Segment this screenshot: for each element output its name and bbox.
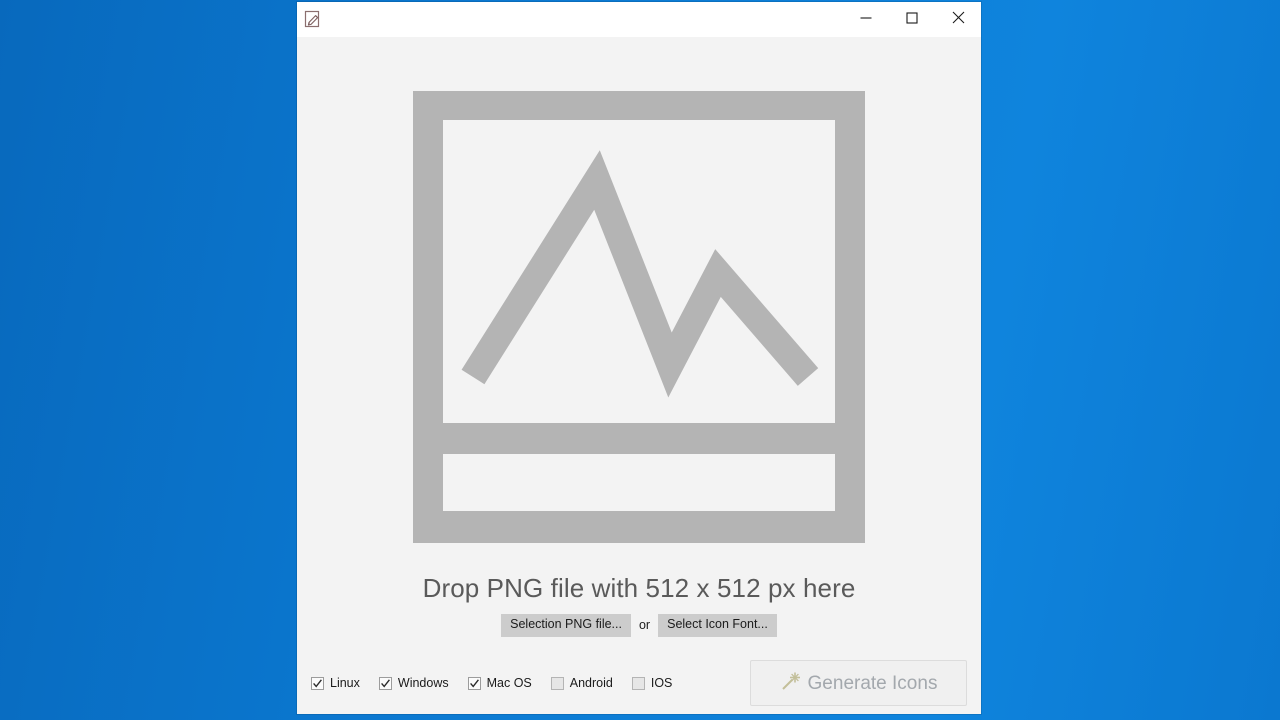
maximize-icon <box>906 11 918 27</box>
platform-item-linux[interactable]: Linux <box>311 675 360 690</box>
select-png-file-button[interactable]: Selection PNG file... <box>501 614 631 637</box>
checkbox-windows[interactable] <box>378 676 392 690</box>
select-icon-font-button[interactable]: Select Icon Font... <box>658 614 777 637</box>
drop-area[interactable]: Drop PNG file with 512 x 512 px here Sel… <box>297 37 981 652</box>
pencil-edit-icon <box>304 10 322 28</box>
title-bar-left <box>297 2 322 36</box>
platform-label-windows: Windows <box>397 675 449 690</box>
drop-hint-text: Drop PNG file with 512 x 512 px here <box>422 573 856 603</box>
checkbox-ios[interactable] <box>631 676 645 690</box>
source-buttons: Selection PNG file... or Select Icon Fon… <box>501 614 777 637</box>
minimize-button[interactable] <box>843 2 889 36</box>
maximize-button[interactable] <box>889 2 935 36</box>
checkbox-macos[interactable] <box>467 676 481 690</box>
close-button[interactable] <box>935 2 981 36</box>
generate-icons-button[interactable]: Generate Icons <box>750 660 967 706</box>
checkbox-linux[interactable] <box>311 676 324 690</box>
platform-checkbox-list: Linux Windows Mac OS Android IOS <box>311 675 750 690</box>
or-label: or <box>638 618 651 633</box>
window-controls <box>843 2 981 36</box>
magic-wand-icon <box>780 670 802 697</box>
platform-label-linux: Linux <box>330 675 360 690</box>
minimize-icon <box>860 12 872 27</box>
platform-item-macos[interactable]: Mac OS <box>467 675 532 690</box>
title-bar <box>297 2 981 37</box>
platform-label-ios: IOS <box>650 675 673 690</box>
platform-item-android[interactable]: Android <box>550 675 613 690</box>
application-window: Drop PNG file with 512 x 512 px here Sel… <box>297 2 981 714</box>
platform-label-macos: Mac OS <box>486 675 532 690</box>
platform-item-ios[interactable]: IOS <box>631 675 673 690</box>
bottom-bar: Linux Windows Mac OS Android IOS Generat… <box>297 652 981 714</box>
generate-icons-label: Generate Icons <box>807 672 938 694</box>
platform-label-android: Android <box>569 675 613 690</box>
image-placeholder-icon <box>413 91 865 543</box>
title-bar-drag-region[interactable] <box>322 2 843 36</box>
close-icon <box>952 11 965 27</box>
platform-item-windows[interactable]: Windows <box>378 675 449 690</box>
checkbox-android[interactable] <box>550 676 564 690</box>
